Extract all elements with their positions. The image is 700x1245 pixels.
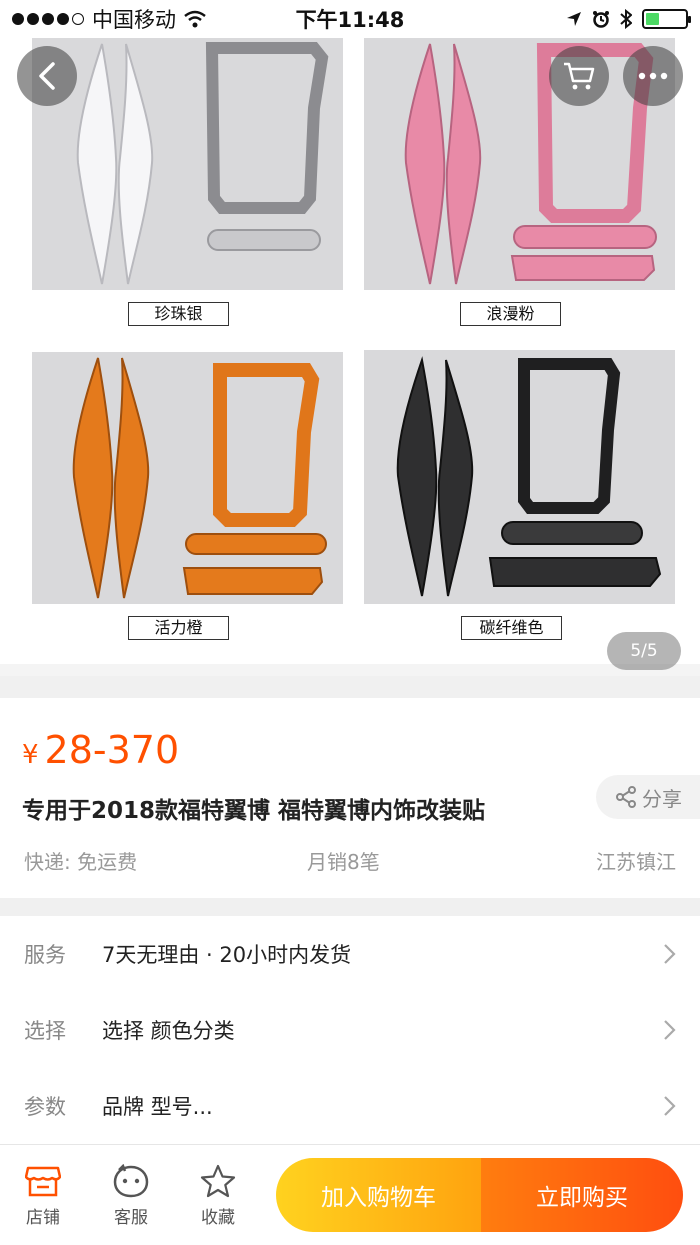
shopping-cart-icon [564, 62, 595, 90]
more-dots-icon [638, 72, 668, 80]
row-value: 7天无理由 · 20小时内发货 [102, 943, 352, 967]
share-button[interactable]: 分享 [596, 775, 700, 819]
more-button[interactable] [623, 46, 683, 106]
product-image-carbon [364, 350, 675, 604]
option-rows: 服务 7天无理由 · 20小时内发货 选择 选择 颜色分类 参数 品牌 型号..… [0, 916, 700, 1144]
row-label: 选择 [24, 1019, 66, 1043]
price-range: 28-370 [44, 728, 180, 772]
price: ¥ 28-370 [22, 728, 179, 772]
caption-carbon: 碳纤维色 [461, 616, 562, 640]
star-icon [200, 1164, 236, 1198]
cart-button[interactable] [549, 46, 609, 106]
chevron-right-icon [664, 1096, 676, 1116]
row-select[interactable]: 选择 选择 颜色分类 [0, 992, 700, 1068]
buy-now-button[interactable]: 立即购买 [481, 1158, 683, 1232]
customer-service-label: 客服 [114, 1208, 148, 1228]
section-divider [0, 676, 700, 698]
favorite-tab[interactable]: 收藏 [188, 1161, 248, 1228]
ship-from-location: 江苏镇江 [596, 850, 676, 874]
share-icon [616, 786, 636, 808]
caption-orange: 活力橙 [128, 616, 229, 640]
caption-silver: 珍珠银 [128, 302, 229, 326]
row-label: 服务 [24, 943, 66, 967]
add-to-cart-button[interactable]: 加入购物车 [276, 1158, 481, 1232]
product-image-silver [32, 38, 343, 290]
product-title: 专用于2018款福特翼博 福特翼博内饰改装贴 [22, 798, 486, 824]
bluetooth-icon [620, 9, 632, 29]
chat-face-icon [113, 1164, 149, 1198]
back-button[interactable] [17, 46, 77, 106]
battery-icon [642, 9, 691, 29]
row-service[interactable]: 服务 7天无理由 · 20小时内发货 [0, 916, 700, 992]
currency-symbol: ¥ [22, 740, 39, 770]
store-icon [25, 1166, 61, 1197]
row-params[interactable]: 参数 品牌 型号... [0, 1068, 700, 1144]
customer-service-tab[interactable]: 客服 [101, 1161, 161, 1228]
bottom-action-bar: 店铺 客服 收藏 加入购物车 立即购买 [0, 1144, 700, 1245]
gallery-page-indicator: 5/5 [607, 632, 681, 670]
chevron-right-icon [664, 1020, 676, 1040]
alarm-clock-icon [593, 11, 609, 28]
product-info: ¥ 28-370 专用于2018款福特翼博 福特翼博内饰改装贴 分享 快递: 免… [0, 698, 700, 898]
store-label: 店铺 [26, 1208, 60, 1228]
shipping-info: 快递: 免运费 [24, 850, 138, 874]
row-value: 选择 颜色分类 [102, 1019, 235, 1043]
store-tab[interactable]: 店铺 [13, 1161, 73, 1228]
chevron-right-icon [664, 944, 676, 964]
status-bar: 中国移动 下午11:48 [0, 0, 700, 38]
share-label: 分享 [642, 786, 682, 811]
row-label: 参数 [24, 1095, 66, 1119]
product-page: 珍珠银 浪漫粉 活力橙 碳纤维色 5/5 中国移动 下午11:48 ¥ 28-3… [0, 0, 700, 1245]
location-arrow-icon [567, 12, 581, 26]
caption-pink: 浪漫粉 [460, 302, 561, 326]
row-value: 品牌 型号... [102, 1095, 213, 1119]
product-image-orange [32, 352, 343, 604]
chevron-left-icon [39, 62, 55, 90]
favorite-label: 收藏 [201, 1208, 235, 1228]
section-divider [0, 898, 700, 916]
monthly-sales: 月销8笔 [307, 850, 380, 874]
